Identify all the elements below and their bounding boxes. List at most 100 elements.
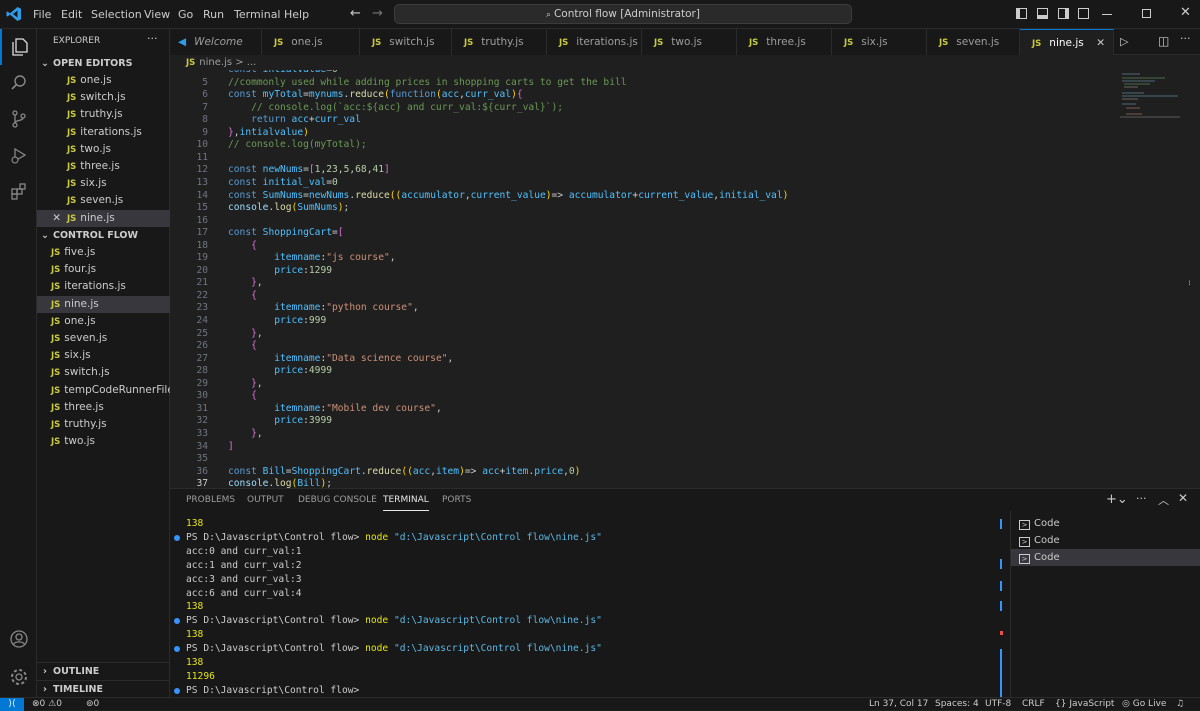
- account-icon[interactable]: [0, 621, 37, 657]
- terminal-icon: >: [1019, 537, 1030, 547]
- close-button[interactable]: ✕: [1180, 5, 1191, 20]
- close-panel-icon[interactable]: ✕: [1178, 491, 1188, 505]
- tab-one-js[interactable]: JS one.js: [262, 29, 360, 55]
- editor-tabs: ◀ Welcome JS one.js JS switch.js JS truthy.js JS…: [170, 29, 1200, 55]
- folder-header[interactable]: ⌄ CONTROL FLOW: [37, 227, 170, 244]
- tab-seven-js[interactable]: JS seven.js: [927, 29, 1020, 55]
- file-item[interactable]: JS nine.js: [37, 295, 170, 313]
- panel-tab-terminal[interactable]: TERMINAL: [383, 489, 429, 511]
- run-code-icon[interactable]: ▷: [1120, 35, 1128, 48]
- tab-nine-js[interactable]: JS nine.js ✕: [1020, 29, 1114, 55]
- file-item[interactable]: JStempCodeRunnerFile.js: [37, 382, 170, 399]
- terminal-list-item[interactable]: > Code: [1011, 515, 1200, 532]
- nav-forward-icon[interactable]: →: [372, 6, 383, 21]
- ports-status[interactable]: ⊚0: [86, 698, 99, 711]
- tab-welcome[interactable]: ◀ Welcome: [170, 29, 262, 55]
- breadcrumb[interactable]: JS nine.js > ...: [170, 56, 1200, 70]
- file-item[interactable]: JS switch.js: [37, 364, 170, 381]
- open-editor-item[interactable]: JS one.js: [37, 72, 170, 89]
- menu-selection[interactable]: Selection: [91, 0, 142, 29]
- tab-iterations-js[interactable]: JS iterations.js: [547, 29, 642, 55]
- end-of-line[interactable]: CRLF: [1022, 698, 1045, 711]
- tab-six-js[interactable]: JS six.js: [832, 29, 927, 55]
- indentation[interactable]: Spaces: 4: [935, 698, 979, 711]
- code-text: itemname:"js course",: [274, 252, 396, 264]
- file-item[interactable]: JS five.js: [37, 244, 170, 261]
- menu-run[interactable]: Run: [203, 0, 224, 29]
- code-editor[interactable]: const intialvalue=0 5 //commonly used whil…: [170, 70, 1190, 488]
- maximize-panel-icon[interactable]: ︿: [1158, 492, 1169, 508]
- new-terminal-icon[interactable]: +⌄: [1106, 492, 1128, 507]
- code-line: 32 price:3999: [170, 415, 1190, 428]
- toggle-panel-icon[interactable]: [1037, 8, 1048, 19]
- explorer-icon[interactable]: [0, 29, 37, 65]
- file-item[interactable]: JS two.js: [37, 433, 170, 450]
- nav-back-icon[interactable]: ←: [350, 6, 361, 21]
- toggle-secondary-sidebar-icon[interactable]: [1058, 8, 1069, 19]
- search-view-icon[interactable]: [0, 65, 37, 101]
- split-editor-icon[interactable]: ◫: [1158, 34, 1169, 48]
- menu-help[interactable]: Help: [284, 0, 309, 29]
- file-item[interactable]: JS one.js: [37, 313, 170, 330]
- encoding[interactable]: UTF-8: [985, 698, 1011, 711]
- terminal[interactable]: 138 PS D:\Javascript\Control flow> node "…: [170, 517, 1005, 697]
- file-item[interactable]: JS six.js: [37, 347, 170, 364]
- problems-status[interactable]: ⊗0 ⚠0: [32, 698, 62, 711]
- customize-layout-icon[interactable]: [1078, 8, 1089, 19]
- language-mode[interactable]: {} JavaScript: [1055, 698, 1114, 711]
- more-actions-icon[interactable]: ···: [1180, 32, 1191, 45]
- more-actions-icon[interactable]: ···: [147, 32, 158, 45]
- open-editor-item[interactable]: JS truthy.js: [37, 106, 170, 123]
- more-actions-icon[interactable]: ···: [1136, 492, 1147, 505]
- line-number: 8: [202, 114, 208, 126]
- open-editor-item[interactable]: JS iterations.js: [37, 124, 170, 141]
- open-editor-item[interactable]: JS three.js: [37, 158, 170, 175]
- extensions-icon[interactable]: [0, 173, 37, 209]
- remote-icon[interactable]: ⟩⟨: [0, 698, 24, 711]
- file-item[interactable]: JS truthy.js: [37, 416, 170, 433]
- tab-switch-js[interactable]: JS switch.js: [360, 29, 452, 55]
- manage-gear-icon[interactable]: [0, 659, 37, 695]
- panel-tab-problems[interactable]: PROBLEMS: [186, 489, 235, 511]
- tab-truthy-js[interactable]: JS truthy.js: [452, 29, 547, 55]
- menu-view[interactable]: View: [144, 0, 170, 29]
- menu-edit[interactable]: Edit: [61, 0, 82, 29]
- panel-tab-ports[interactable]: PORTS: [442, 489, 471, 511]
- notifications-icon[interactable]: ♫: [1176, 698, 1184, 711]
- toggle-sidebar-icon[interactable]: [1016, 8, 1027, 19]
- menu-go[interactable]: Go: [178, 0, 193, 29]
- tab-two-js[interactable]: JS two.js: [642, 29, 737, 55]
- file-item[interactable]: JS seven.js: [37, 330, 170, 347]
- file-item[interactable]: JS three.js: [37, 399, 170, 416]
- close-icon[interactable]: ✕: [1096, 30, 1105, 55]
- terminal-list-item[interactable]: > Code: [1011, 549, 1200, 566]
- go-live[interactable]: ◎ Go Live: [1122, 698, 1166, 711]
- line-number: 25: [196, 327, 208, 339]
- open-editor-item[interactable]: JS seven.js: [37, 192, 170, 209]
- timeline-header[interactable]: › TIMELINE: [37, 680, 170, 697]
- minimize-button[interactable]: [1102, 14, 1112, 15]
- terminal-line: PS D:\Javascript\Control flow> node "d:\…: [174, 531, 602, 545]
- source-control-icon[interactable]: [0, 101, 37, 137]
- file-item[interactable]: JS iterations.js: [37, 278, 170, 295]
- panel-tab-output[interactable]: OUTPUT: [247, 489, 284, 511]
- minimap[interactable]: [1120, 70, 1180, 130]
- open-editors-header[interactable]: ⌄ OPEN EDITORS: [37, 55, 170, 72]
- panel-tab-debug-console[interactable]: DEBUG CONSOLE: [298, 489, 377, 511]
- open-editor-item[interactable]: JS six.js: [37, 175, 170, 192]
- tab-three-js[interactable]: JS three.js: [737, 29, 832, 55]
- outline-header[interactable]: › OUTLINE: [37, 662, 170, 679]
- run-debug-icon[interactable]: [0, 137, 37, 173]
- menu-file[interactable]: File: [33, 0, 51, 29]
- open-editor-item[interactable]: JS switch.js: [37, 89, 170, 106]
- scrollbar[interactable]: ≡: [1188, 278, 1190, 289]
- menu-terminal[interactable]: Terminal: [234, 0, 281, 29]
- file-item[interactable]: JS four.js: [37, 261, 170, 278]
- command-center[interactable]: ⌕ Control flow [Administrator]: [394, 4, 852, 24]
- close-icon[interactable]: ✕: [37, 210, 67, 227]
- open-editor-item[interactable]: ✕ JS nine.js: [37, 209, 170, 227]
- terminal-list-item[interactable]: > Code: [1011, 532, 1200, 549]
- open-editor-item[interactable]: JS two.js: [37, 141, 170, 158]
- cursor-position[interactable]: Ln 37, Col 17: [869, 698, 928, 711]
- maximize-button[interactable]: [1142, 9, 1151, 18]
